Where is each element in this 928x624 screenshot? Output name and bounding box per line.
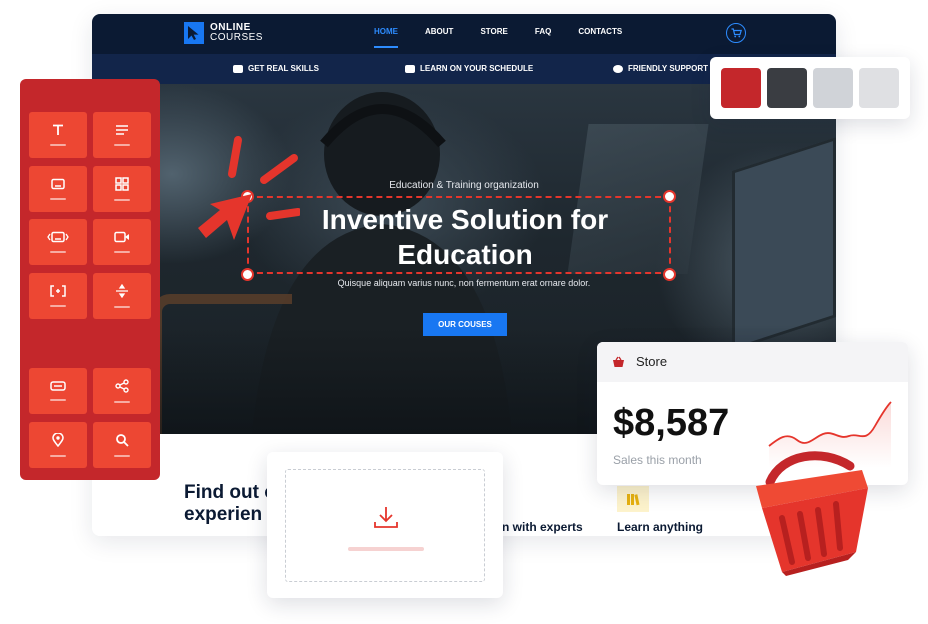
feature-experts-label: n with experts [502, 520, 583, 534]
briefcase-icon [233, 65, 243, 73]
feature-support: FRIENDLY SUPPORT [613, 54, 708, 84]
widget-search[interactable] [93, 422, 151, 468]
nav-store[interactable]: STORE [480, 14, 507, 54]
map-pin-icon [52, 433, 64, 447]
nav-faq[interactable]: FAQ [535, 14, 551, 54]
swatch-red[interactable] [721, 68, 761, 108]
color-palette [710, 57, 910, 119]
basket-icon [613, 356, 624, 367]
widget-gallery[interactable] [93, 166, 151, 212]
logo-cursor-icon [184, 22, 204, 44]
download-icon [374, 507, 398, 528]
file-drop-zone[interactable] [285, 469, 485, 582]
text-lines-icon [116, 125, 128, 135]
widget-video[interactable] [93, 219, 151, 265]
resize-handle-bottom-left[interactable] [241, 268, 254, 281]
store-title: Store [636, 354, 668, 369]
spacer-icon [50, 285, 66, 297]
hero-photo-laptop-right [732, 137, 836, 351]
feature-learn-anything-label: Learn anything [617, 520, 704, 534]
site-logo[interactable]: ONLINE COURSES [184, 22, 263, 44]
sales-amount: $8,587 [613, 402, 730, 444]
image-icon [51, 178, 65, 190]
resize-handle-bottom-right[interactable] [663, 268, 676, 281]
swatch-dark-gray[interactable] [767, 68, 807, 108]
widget-divider[interactable] [93, 273, 151, 319]
button-icon [50, 381, 66, 391]
nav-contacts[interactable]: CONTACTS [578, 14, 622, 54]
widget-map[interactable] [29, 422, 87, 468]
store-card-header: Store [597, 342, 908, 382]
feature-schedule: LEARN ON YOUR SCHEDULE [405, 54, 533, 84]
nav-home[interactable]: HOME [374, 14, 398, 54]
resize-handle-top-right[interactable] [663, 190, 676, 203]
support-icon [613, 65, 623, 73]
widget-button[interactable] [29, 368, 87, 414]
selection-frame[interactable] [247, 196, 671, 274]
share-icon [115, 379, 129, 393]
grid-icon [115, 177, 129, 191]
widget-image[interactable] [29, 166, 87, 212]
nav-about[interactable]: ABOUT [425, 14, 453, 54]
widget-text[interactable] [29, 112, 87, 158]
upload-progress-bar [348, 547, 424, 551]
search-icon [116, 434, 129, 447]
widget-text-editor[interactable] [93, 112, 151, 158]
slider-icon [47, 231, 69, 243]
main-menu: HOME ABOUT STORE FAQ CONTACTS [374, 14, 649, 54]
logo-line-2: COURSES [210, 32, 263, 43]
hero-description: Quisque aliquam varius nunc, non ferment… [337, 278, 591, 288]
site-header: ONLINE COURSES HOME ABOUT STORE FAQ CONT… [92, 14, 836, 54]
books-icon [617, 486, 649, 512]
upload-card [267, 452, 503, 598]
widget-share[interactable] [93, 368, 151, 414]
shopping-basket-icon [756, 451, 868, 576]
widget-slider[interactable] [29, 219, 87, 265]
text-icon [53, 124, 63, 135]
cart-icon [731, 28, 742, 38]
calendar-icon [405, 65, 415, 73]
pointer-burst-icon [198, 136, 300, 240]
sales-caption: Sales this month [613, 453, 702, 467]
widgets-panel [20, 79, 160, 480]
video-icon [114, 231, 129, 243]
cart-button[interactable] [726, 23, 746, 43]
our-courses-button[interactable]: OUR COUSES [423, 313, 507, 336]
swatch-light-gray[interactable] [813, 68, 853, 108]
widget-spacer[interactable] [29, 273, 87, 319]
swatch-lightest-gray[interactable] [859, 68, 899, 108]
divider-icon [116, 284, 128, 298]
feature-real-skills: GET REAL SKILLS [233, 54, 319, 84]
